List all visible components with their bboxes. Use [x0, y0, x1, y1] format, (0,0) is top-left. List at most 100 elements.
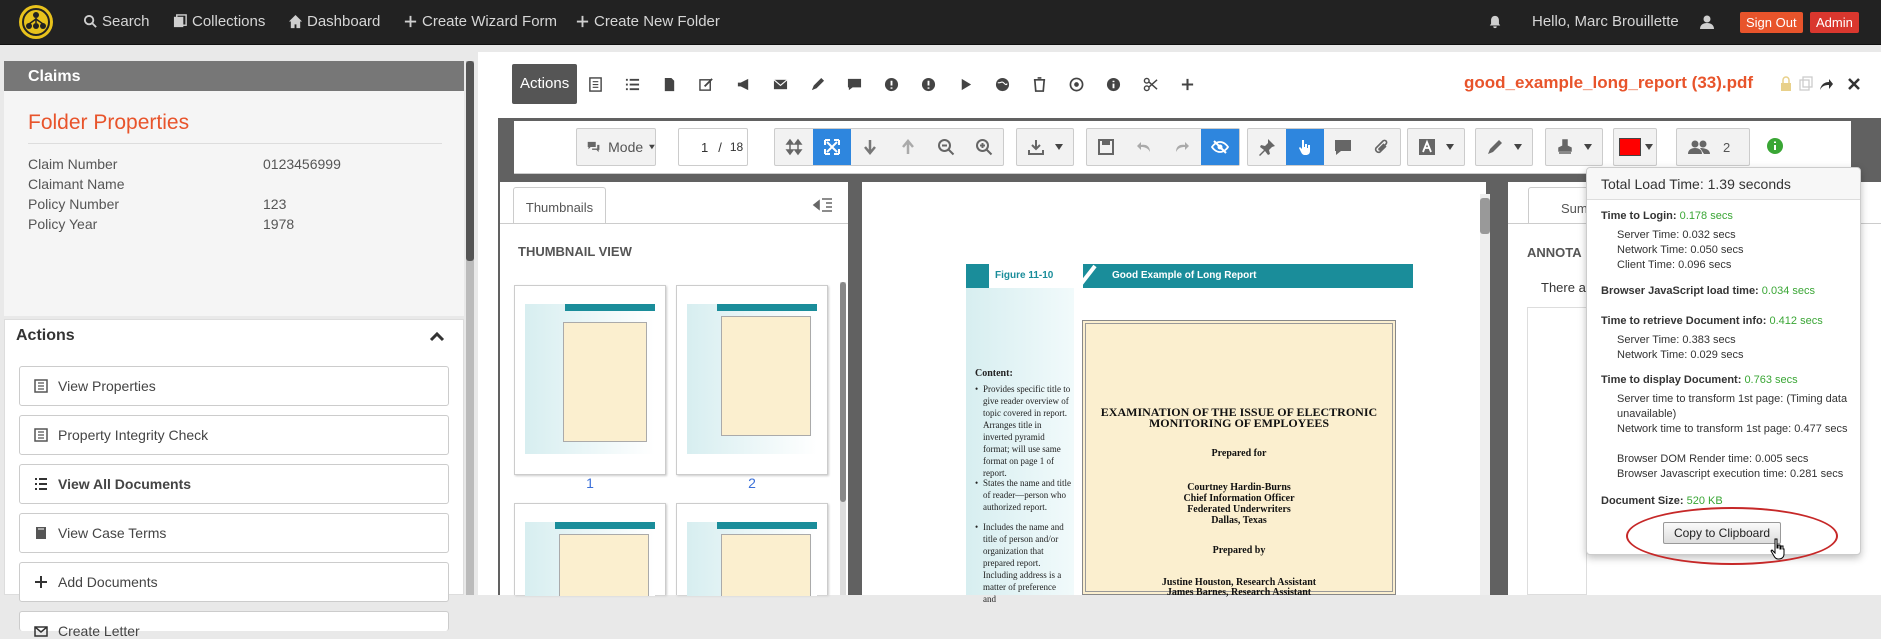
nav-create-wizard[interactable]: Create Wizard Form — [403, 13, 557, 30]
color-picker[interactable] — [1613, 128, 1657, 166]
thumbnail-page-1[interactable] — [514, 285, 666, 475]
participants-indicator[interactable]: 2 — [1676, 128, 1750, 166]
doc-info-row: Time to retrieve Document info: 0.412 se… — [1601, 315, 1823, 327]
share-icon[interactable] — [1818, 76, 1834, 92]
pointer-button[interactable] — [1286, 129, 1324, 165]
thumbnail-page-3[interactable] — [514, 503, 666, 596]
view-toggle-button[interactable] — [1201, 129, 1239, 165]
nav-collections[interactable]: Collections — [173, 13, 265, 30]
thumbnail-page-number[interactable]: 1 — [514, 475, 666, 491]
thumbnail-scrollbar[interactable] — [840, 282, 846, 595]
scrollbar-thumb[interactable] — [466, 61, 474, 261]
thumbnails-panel: Thumbnails THUMBNAIL VIEW 1 2 — [500, 182, 848, 596]
text-dropdown[interactable] — [1407, 128, 1465, 166]
tb-file[interactable] — [651, 64, 688, 104]
scrollbar-thumb[interactable] — [840, 282, 846, 502]
plus-icon — [1182, 78, 1194, 90]
mode-dropdown[interactable]: Mode — [576, 128, 656, 166]
document-scrollbar[interactable] — [1480, 194, 1490, 595]
create-letter-button[interactable]: Create Letter — [19, 611, 449, 639]
users-icon — [1688, 140, 1710, 154]
thumbnail-view-title: THUMBNAIL VIEW — [518, 244, 632, 259]
left-scrollbar[interactable] — [466, 61, 474, 595]
tb-edit[interactable] — [688, 64, 725, 104]
add-documents-label: Add Documents — [58, 574, 158, 590]
zoom-out-button[interactable] — [927, 129, 965, 165]
user-icon[interactable] — [1699, 14, 1715, 30]
copy-icon[interactable] — [1798, 76, 1814, 92]
attach-button[interactable] — [1362, 129, 1400, 165]
tb-announce[interactable] — [725, 64, 762, 104]
tb-add[interactable] — [1169, 64, 1206, 104]
sign-out-button[interactable]: Sign Out — [1740, 12, 1803, 33]
zoom-in-button[interactable] — [965, 129, 1003, 165]
envelope-icon — [773, 78, 788, 89]
pin-button[interactable] — [1248, 129, 1286, 165]
redo-button[interactable] — [1163, 129, 1201, 165]
tb-comment[interactable] — [836, 64, 873, 104]
view-all-documents-button[interactable]: View All Documents — [19, 464, 449, 504]
text-button[interactable] — [1408, 129, 1446, 165]
page-indicator[interactable]: 1 / 18 — [678, 128, 748, 166]
admin-button[interactable]: Admin — [1810, 12, 1859, 33]
mode-label: Mode — [608, 139, 644, 155]
add-documents-button[interactable]: Add Documents — [19, 562, 449, 602]
fit-page-button[interactable] — [813, 129, 851, 165]
undo-button[interactable] — [1125, 129, 1163, 165]
next-page-button[interactable] — [851, 129, 889, 165]
tb-play[interactable] — [947, 64, 984, 104]
download-dropdown[interactable] — [1016, 128, 1074, 166]
tab-thumbnails[interactable]: Thumbnails — [513, 187, 606, 224]
property-integrity-check-button[interactable]: Property Integrity Check — [19, 415, 449, 455]
thumbnail-page-2[interactable] — [676, 285, 828, 475]
tb-trash[interactable] — [1021, 64, 1058, 104]
scrollbar-thumb[interactable] — [1480, 198, 1490, 234]
property-row: Claimant Name — [28, 176, 448, 192]
thumbnail-page-4[interactable] — [676, 503, 828, 596]
lock-icon[interactable] — [1778, 76, 1794, 92]
view-properties-button[interactable]: View Properties — [19, 366, 449, 406]
tb-target[interactable] — [1058, 64, 1095, 104]
property-integrity-check-label: Property Integrity Check — [58, 427, 209, 443]
note-button[interactable] — [1324, 129, 1362, 165]
copy-to-clipboard-button[interactable]: Copy to Clipboard — [1663, 522, 1781, 544]
download-button[interactable] — [1017, 129, 1055, 165]
property-label: Claim Number — [28, 156, 118, 172]
nav-dashboard[interactable]: Dashboard — [288, 13, 380, 30]
tb-globe[interactable] — [984, 64, 1021, 104]
stamp-button[interactable] — [1546, 129, 1584, 165]
thumbnail-page-number[interactable]: 2 — [676, 475, 828, 491]
draw-dropdown[interactable] — [1475, 128, 1533, 166]
scissors-icon — [1143, 77, 1158, 91]
info-green-icon[interactable] — [1766, 137, 1784, 155]
tb-alert-1[interactable] — [873, 64, 910, 104]
tb-email[interactable] — [762, 64, 799, 104]
chevron-up-icon[interactable] — [429, 330, 445, 342]
login-network-time: Network Time: 0.050 secs — [1617, 244, 1744, 256]
prev-page-button[interactable] — [889, 129, 927, 165]
tb-pencil[interactable] — [799, 64, 836, 104]
save-button[interactable] — [1087, 129, 1125, 165]
tb-info[interactable] — [1095, 64, 1132, 104]
tb-scissors[interactable] — [1132, 64, 1169, 104]
nav-create-folder[interactable]: Create New Folder — [575, 13, 720, 30]
figure-label: Figure 11-10 — [989, 264, 1083, 288]
nav-search[interactable]: Search — [83, 13, 150, 30]
fit-height-button[interactable] — [775, 129, 813, 165]
close-icon[interactable] — [1846, 76, 1862, 92]
bell-icon[interactable] — [1488, 15, 1502, 29]
tb-alert-2[interactable] — [910, 64, 947, 104]
tb-list[interactable] — [614, 64, 651, 104]
view-case-terms-button[interactable]: View Case Terms — [19, 513, 449, 553]
tb-properties[interactable] — [577, 64, 614, 104]
draw-button[interactable] — [1476, 129, 1514, 165]
search-icon — [83, 14, 97, 28]
document-actions-toolbar: Actions — [512, 64, 1206, 104]
app-logo-icon[interactable] — [18, 4, 54, 40]
collapse-panel-icon[interactable] — [812, 197, 834, 215]
caret-down-icon — [1584, 144, 1592, 150]
color-swatch[interactable] — [1619, 138, 1641, 156]
actions-tab[interactable]: Actions — [512, 64, 578, 104]
page-current[interactable]: 1 — [701, 140, 708, 155]
stamp-dropdown[interactable] — [1545, 128, 1603, 166]
